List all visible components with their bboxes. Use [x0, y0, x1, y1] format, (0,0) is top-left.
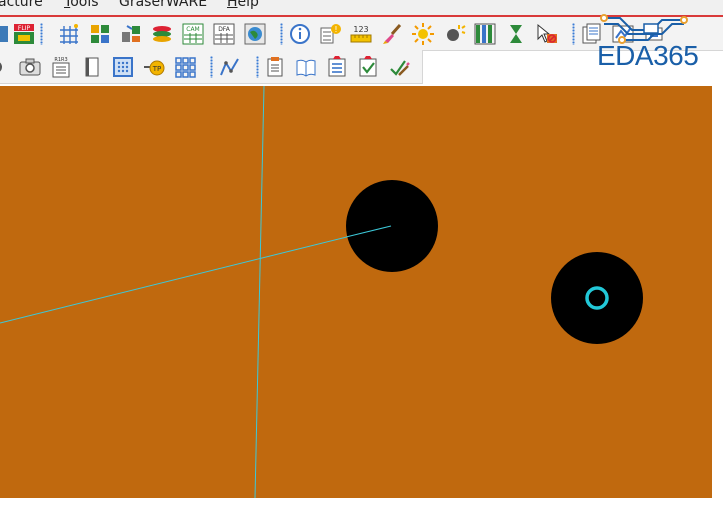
measure-icon[interactable]: 123	[349, 22, 373, 46]
toolbar2-grip-2[interactable]	[256, 56, 259, 78]
brush-icon[interactable]	[380, 22, 404, 46]
book-icon[interactable]	[294, 55, 318, 79]
menu-graserware-label: GraserWARE	[119, 0, 208, 10]
checklist-icon[interactable]	[325, 55, 349, 79]
vertical-trace	[254, 86, 265, 498]
dfa-icon[interactable]: DFA	[212, 22, 236, 46]
tp-icon[interactable]: TP	[142, 55, 166, 79]
toolbar2-grip[interactable]	[210, 56, 213, 78]
page-icon[interactable]	[80, 55, 104, 79]
globe-icon[interactable]	[243, 22, 267, 46]
menu-tools-label: ools	[70, 0, 99, 10]
sun-icon[interactable]	[411, 22, 435, 46]
dim-sun-icon[interactable]	[442, 22, 466, 46]
canvas-bottom-margin	[0, 498, 723, 515]
pcb-drawing	[0, 86, 643, 498]
cam-icon[interactable]: CAM	[181, 22, 205, 46]
pad-upper	[346, 180, 438, 272]
dfa-text: DFA	[218, 26, 231, 33]
layer-icon[interactable]	[0, 22, 12, 46]
svg-text:!: !	[334, 25, 337, 34]
rev-text: R1R3	[54, 57, 67, 63]
menu-help-accel: H	[227, 0, 238, 10]
hourglass-icon[interactable]	[504, 22, 528, 46]
diagonal-trace	[0, 225, 392, 324]
menu-manufacture-label: acture	[0, 0, 43, 10]
pad-lower	[551, 252, 643, 344]
matrix-icon[interactable]	[173, 55, 197, 79]
canvas-right-margin	[712, 86, 723, 498]
cam-text: CAM	[186, 26, 199, 33]
edit-check-icon[interactable]	[387, 55, 411, 79]
grid-icon[interactable]	[56, 22, 80, 46]
flip-text: FLIP	[18, 25, 31, 32]
toolbar-grip-3[interactable]	[572, 23, 575, 45]
menu-manufacture[interactable]: acture	[0, 0, 43, 10]
partial-icon[interactable]	[0, 55, 12, 79]
camera-icon[interactable]	[18, 55, 42, 79]
dots-grid-icon[interactable]	[111, 55, 135, 79]
menu-tools[interactable]: Tools	[64, 0, 99, 10]
component-move-icon[interactable]	[119, 22, 143, 46]
route-icon[interactable]	[218, 55, 242, 79]
flip-icon[interactable]: FLIP	[12, 22, 36, 46]
measure-text: 123	[353, 25, 368, 34]
menu-help[interactable]: Help	[227, 0, 259, 10]
rev-icon[interactable]: R1R3	[49, 55, 73, 79]
secondary-toolbar: R1R3 TP	[0, 50, 423, 84]
bars-icon[interactable]	[473, 22, 497, 46]
no-cursor-icon[interactable]	[535, 22, 559, 46]
tp-text: TP	[152, 65, 162, 73]
notes-icon[interactable]	[263, 55, 287, 79]
logo-text: EDA365	[597, 40, 699, 71]
properties-icon[interactable]: !	[318, 22, 342, 46]
menu-graserware[interactable]: GraserWARE	[119, 0, 207, 10]
toolbar-grip-2[interactable]	[280, 23, 283, 45]
menu-help-label: elp	[237, 0, 259, 10]
pcb-canvas[interactable]	[0, 86, 712, 498]
layer-stack-icon[interactable]	[150, 22, 174, 46]
info-icon[interactable]	[288, 22, 312, 46]
color-blocks-icon[interactable]	[88, 22, 112, 46]
check-icon[interactable]	[356, 55, 380, 79]
toolbar-grip[interactable]	[40, 23, 43, 45]
